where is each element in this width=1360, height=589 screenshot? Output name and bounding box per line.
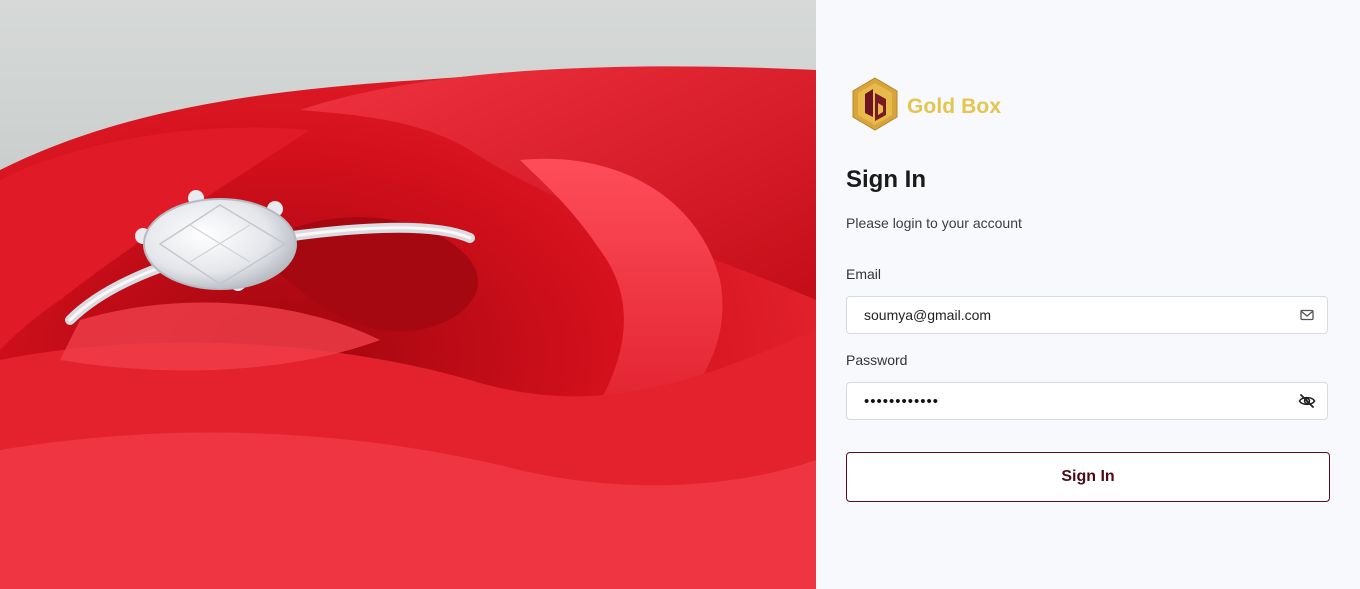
password-field[interactable] (846, 382, 1328, 420)
password-input[interactable] (862, 391, 1287, 411)
eye-off-icon[interactable] (1287, 393, 1327, 409)
page-title: Sign In (846, 166, 926, 193)
hero-image (0, 0, 816, 589)
brand-name: Gold Box (907, 94, 1002, 118)
page-subtitle: Please login to your account (846, 215, 1022, 231)
rose-ring-illustration (0, 66, 816, 589)
sign-in-button[interactable]: Sign In (846, 452, 1330, 502)
email-input[interactable] (862, 306, 1287, 324)
email-field[interactable] (846, 296, 1328, 334)
mail-icon (1287, 309, 1327, 321)
password-label: Password (846, 352, 908, 368)
email-label: Email (846, 266, 882, 282)
brand: Gold Box (852, 77, 1001, 136)
gold-box-logo-icon (852, 77, 898, 136)
login-panel: Gold Box Sign In Please login to your ac… (816, 0, 1360, 589)
